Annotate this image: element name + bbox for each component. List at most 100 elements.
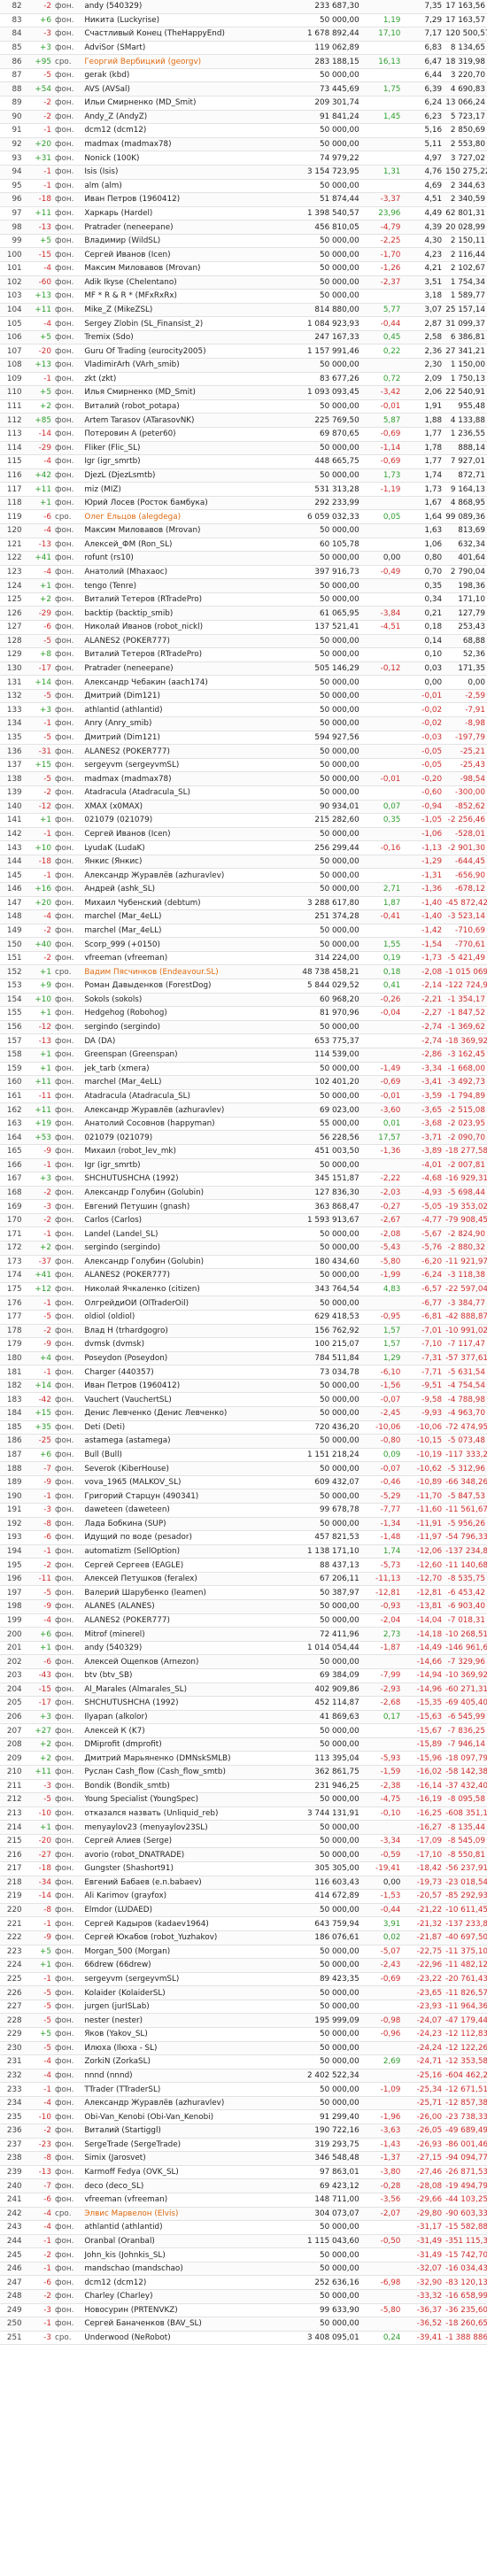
- trader-name-cell[interactable]: Руслан Cash_flow (Cash_flow_smtb): [82, 1765, 254, 1780]
- trader-name-cell[interactable]: Идущий по воде (pesador): [82, 1530, 254, 1545]
- trader-name-cell[interactable]: Pratrader (neneepane): [82, 661, 254, 677]
- trader-name-cell[interactable]: Николай Ячкаленко (citizen): [82, 1282, 254, 1297]
- trader-name-cell[interactable]: Яков (Yakov_SL): [82, 2027, 254, 2042]
- trader-name-cell[interactable]: Mike_Z (MikeZSL): [82, 303, 254, 318]
- trader-name-cell[interactable]: Александр Журавлёв (azhuravlev): [82, 2096, 254, 2111]
- trader-name-cell[interactable]: Ilyapan (alkolor): [82, 1710, 254, 1725]
- trader-name-cell[interactable]: SHCHUTUSHCHA (1992): [82, 1172, 254, 1187]
- trader-name-cell[interactable]: Severok (KiberHouse): [82, 1461, 254, 1476]
- trader-name-cell[interactable]: DjezL (DjezLsmtb): [82, 468, 254, 483]
- trader-name-cell[interactable]: Nonick (100K): [82, 151, 254, 166]
- trader-name-cell[interactable]: sergindo (sergindo): [82, 1020, 254, 1035]
- trader-name-cell[interactable]: madmax (madmax78): [82, 137, 254, 152]
- trader-name-cell[interactable]: Олег Ельцов (alegdega): [82, 509, 254, 524]
- trader-name-cell[interactable]: Сергей Баначенков (BAV_SL): [82, 2317, 254, 2332]
- trader-name-cell[interactable]: Потеровин А (peter60): [82, 427, 254, 442]
- trader-name-cell[interactable]: Landel (Landel_SL): [82, 1226, 254, 1242]
- trader-name-cell[interactable]: AdviSor (SMart): [82, 41, 254, 56]
- trader-name-cell[interactable]: rofunt (rs10): [82, 551, 254, 566]
- trader-name-cell[interactable]: Karmoff Fedya (OVK_SL): [82, 2165, 254, 2180]
- trader-name-cell[interactable]: automatizm (SellOption): [82, 1544, 254, 1559]
- trader-name-cell[interactable]: Андрей (ashk_SL): [82, 882, 254, 897]
- trader-name-cell[interactable]: Deti (Deti): [82, 1420, 254, 1435]
- trader-name-cell[interactable]: Vauchert (VauchertSL): [82, 1392, 254, 1407]
- trader-name-cell[interactable]: tengo (Tenre): [82, 578, 254, 593]
- trader-name-cell[interactable]: Isis (Isis): [82, 165, 254, 180]
- trader-name-cell[interactable]: Сергей Сергеев (EAGLE): [82, 1558, 254, 1573]
- trader-name-cell[interactable]: Дмитрий (Dim121): [82, 689, 254, 704]
- trader-name-cell[interactable]: VladimirArh (VArh_smib): [82, 358, 254, 373]
- trader-name-cell[interactable]: Евгений Петушин (gnash): [82, 1199, 254, 1214]
- trader-name-cell[interactable]: oldiol (oldiol): [82, 1310, 254, 1325]
- trader-name-cell[interactable]: marchel (Mar_4eLL): [82, 1075, 254, 1090]
- trader-name-cell[interactable]: Al_Marales (Almarales_SL): [82, 1683, 254, 1698]
- trader-name-cell[interactable]: Янкис (Янкис): [82, 855, 254, 870]
- trader-name-cell[interactable]: Guru Of Trading (eurocity2005): [82, 344, 254, 360]
- trader-name-cell[interactable]: DMiprofit (dmprofit): [82, 1737, 254, 1752]
- trader-name-cell[interactable]: MF * R & R * (MFxRxRx): [82, 289, 254, 304]
- trader-name-cell[interactable]: ALANES (ALANES): [82, 1599, 254, 1614]
- trader-name-cell[interactable]: Новосурин (PRTENVKZ): [82, 2303, 254, 2318]
- trader-name-cell[interactable]: Харкарь (Hardel): [82, 206, 254, 221]
- trader-name-cell[interactable]: Ali Karimov (grayfox): [82, 1889, 254, 1904]
- trader-name-cell[interactable]: Николай Иванов (robot_nickl): [82, 620, 254, 635]
- trader-name-cell[interactable]: XMAX (x0MAX): [82, 800, 254, 815]
- trader-name-cell[interactable]: Григорий Старцун (490341): [82, 1489, 254, 1505]
- trader-name-cell[interactable]: Сергей Алиев (Serge): [82, 1834, 254, 1849]
- trader-name-cell[interactable]: Влад Н (trhardgogro): [82, 1324, 254, 1339]
- trader-name-cell[interactable]: backtip (backtip_smib): [82, 606, 254, 622]
- trader-name-cell[interactable]: Andy_Z (AndyZ): [82, 110, 254, 125]
- trader-name-cell[interactable]: Сергей Иванов (Icen): [82, 827, 254, 842]
- trader-name-cell[interactable]: ALANES2 (POKER777): [82, 1613, 254, 1628]
- trader-name-cell[interactable]: Алексей Ощепков (Arnezon): [82, 1654, 254, 1669]
- trader-name-cell[interactable]: nnnd (nnnd): [82, 2069, 254, 2084]
- trader-name-cell[interactable]: Александр Журавлёв (azhuravlev): [82, 868, 254, 883]
- trader-name-cell[interactable]: Счастливый Конец (TheHappyEnd): [82, 27, 254, 42]
- trader-name-cell[interactable]: vfreeman (vfreeman): [82, 2193, 254, 2208]
- trader-name-cell[interactable]: Алексей Петушков (feralex): [82, 1572, 254, 1587]
- trader-name-cell[interactable]: Вадим Пясчинков (Endeavour.SL): [82, 964, 254, 980]
- trader-name-cell[interactable]: athlantid (athlantid): [82, 702, 254, 718]
- trader-name-cell[interactable]: Charger (440357): [82, 1365, 254, 1380]
- trader-name-cell[interactable]: madmax (madmax78): [82, 771, 254, 786]
- trader-name-cell[interactable]: athlantid (athlantid): [82, 2220, 254, 2235]
- trader-name-cell[interactable]: Евгений Бабаев (e.n.babaev): [82, 1876, 254, 1891]
- trader-name-cell[interactable]: sergeyvm (sergeyvmSL): [82, 1972, 254, 1987]
- trader-name-cell[interactable]: dvmsk (dvmsk): [82, 1337, 254, 1352]
- trader-name-cell[interactable]: Лада Бобкина (SUP): [82, 1517, 254, 1532]
- trader-name-cell[interactable]: jek_tarb (xmera): [82, 1062, 254, 1077]
- trader-name-cell[interactable]: dcm12 (dcm12): [82, 2275, 254, 2290]
- trader-name-cell[interactable]: marchel (Mar_4eLL): [82, 909, 254, 924]
- trader-name-cell[interactable]: Дмитрий (Dim121): [82, 731, 254, 746]
- trader-name-cell[interactable]: Elmdor (LUDAED): [82, 1903, 254, 1918]
- trader-name-cell[interactable]: Виталий Тетеров (RTradePro): [82, 647, 254, 662]
- trader-name-cell[interactable]: Atadracula (Atadracula_SL): [82, 785, 254, 801]
- trader-name-cell[interactable]: Kolaider (KolaiderSL): [82, 1985, 254, 2000]
- trader-name-cell[interactable]: astamega (astamega): [82, 1434, 254, 1449]
- trader-name-cell[interactable]: ZorkiN (ZorkaSL): [82, 2054, 254, 2069]
- trader-name-cell[interactable]: Greenspan (Greenspan): [82, 1048, 254, 1063]
- trader-name-cell[interactable]: mandschao (mandschao): [82, 2262, 254, 2277]
- trader-name-cell[interactable]: Young Specialist (YoungSpec): [82, 1792, 254, 1807]
- trader-name-cell[interactable]: Иван Петров (1960412): [82, 192, 254, 207]
- trader-name-cell[interactable]: DA (DA): [82, 1033, 254, 1048]
- trader-name-cell[interactable]: alm (alm): [82, 179, 254, 194]
- trader-name-cell[interactable]: Adik Ikyse (Chelentano): [82, 275, 254, 290]
- trader-name-cell[interactable]: Илья Смирненко (MD_Smit): [82, 385, 254, 400]
- trader-name-cell[interactable]: Александр Чебакин (aach174): [82, 675, 254, 690]
- trader-name-cell[interactable]: Валерий Шарубенко (leamen): [82, 1585, 254, 1601]
- trader-name-cell[interactable]: andy (540329): [82, 0, 254, 14]
- trader-name-cell[interactable]: dcm12 (dcm12): [82, 123, 254, 138]
- trader-name-cell[interactable]: ALANES2 (POKER777): [82, 634, 254, 649]
- trader-name-cell[interactable]: отказался назвать (Unliquid_reb): [82, 1806, 254, 1822]
- trader-name-cell[interactable]: andy (540329): [82, 1641, 254, 1656]
- trader-name-cell[interactable]: jurgen (jurISLab): [82, 2000, 254, 2015]
- trader-name-cell[interactable]: Poseydon (Poseydon): [82, 1351, 254, 1366]
- trader-name-cell[interactable]: sergeyvm (sergeyvmSL): [82, 758, 254, 773]
- trader-name-cell[interactable]: Obi-Van_Kenobi (Obi-Van_Kenobi): [82, 2109, 254, 2125]
- trader-name-cell[interactable]: Иван Петров (1960412): [82, 1379, 254, 1394]
- trader-name-cell[interactable]: Алексей_ФМ (Ron_SL): [82, 538, 254, 553]
- trader-name-cell[interactable]: Fliker (Flic_SL): [82, 441, 254, 456]
- trader-name-cell[interactable]: Pratrader (neneepane): [82, 220, 254, 235]
- trader-name-cell[interactable]: Mitrof (minerel): [82, 1627, 254, 1642]
